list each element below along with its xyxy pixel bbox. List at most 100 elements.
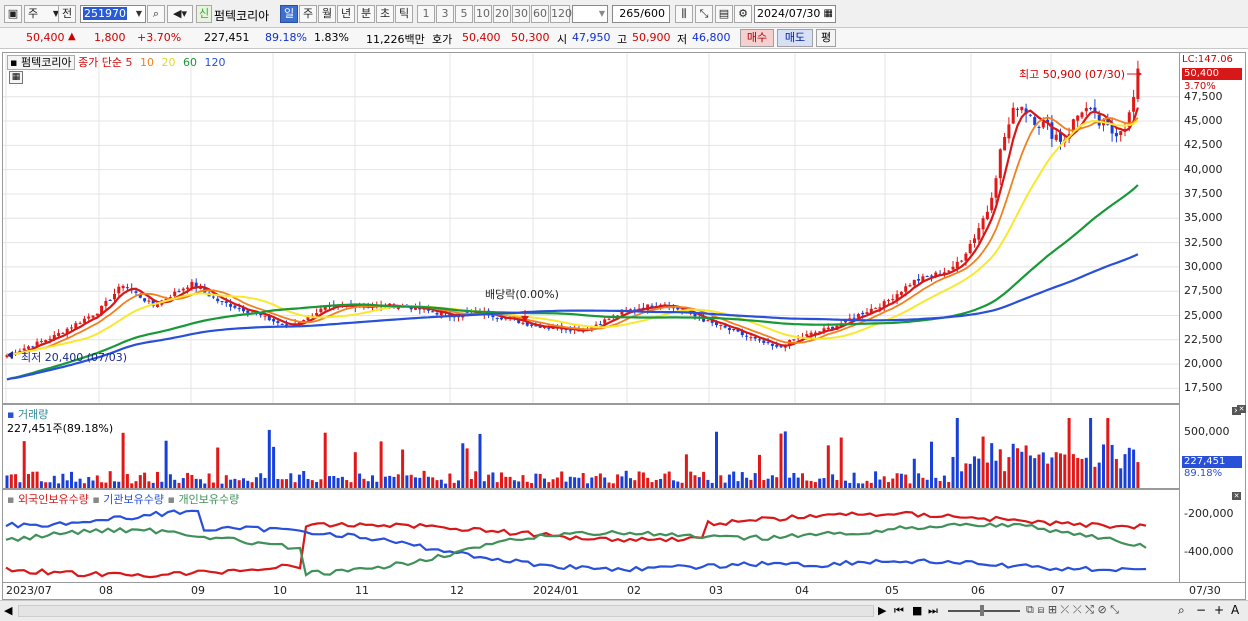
- volume-bar: [211, 482, 215, 488]
- interval-60-button[interactable]: 60: [531, 5, 549, 23]
- candle-body: [530, 324, 534, 326]
- ma60-legend: 60: [183, 56, 198, 69]
- volume-bar: [719, 475, 723, 488]
- volume-bar: [91, 480, 95, 488]
- volume-bar: [887, 482, 890, 488]
- text-size-icon[interactable]: A: [1231, 603, 1239, 617]
- candle-body: [431, 311, 435, 313]
- period-second-button[interactable]: 초: [376, 5, 394, 23]
- search-icon[interactable]: ⌕: [147, 5, 165, 23]
- candle-body: [568, 330, 572, 332]
- stop-icon[interactable]: ■: [912, 604, 922, 617]
- custom-interval-select[interactable]: ▼: [572, 5, 608, 23]
- price-chart[interactable]: ▪ 펌텍코리아 종가 단순 5 10 20 60 120 ▦ 최고 50,900…: [2, 52, 1180, 404]
- volume-bar: [306, 478, 310, 488]
- volume-bar: [766, 478, 770, 488]
- candle-body: [598, 324, 602, 326]
- close-icon[interactable]: ✕: [1237, 405, 1246, 413]
- volume-bar: [469, 479, 473, 488]
- horizontal-scrollbar[interactable]: [18, 605, 874, 617]
- interval-1-button[interactable]: 1: [417, 5, 435, 23]
- period-month-button[interactable]: 월: [318, 5, 336, 23]
- candle-body: [177, 291, 181, 293]
- candle-body: [229, 304, 233, 307]
- calculator-icon[interactable]: ▦: [9, 71, 23, 84]
- candle-body: [323, 306, 327, 310]
- volume-bar: [353, 452, 357, 488]
- price-axis-tick: 42,500: [1184, 138, 1223, 152]
- market-select[interactable]: 주 ▼: [24, 5, 62, 23]
- zoom-icon[interactable]: ⌕: [1178, 603, 1185, 618]
- interval-120-button[interactable]: 120: [550, 5, 572, 23]
- zoom-slider-handle[interactable]: [980, 605, 984, 616]
- volume-bar: [366, 481, 370, 488]
- interval-10-button[interactable]: 10: [474, 5, 492, 23]
- last-page-icon[interactable]: ⏭: [928, 604, 938, 618]
- scroll-left-icon[interactable]: ◀: [4, 604, 12, 617]
- volume-bar: [852, 472, 856, 488]
- volume-bar: [779, 433, 783, 488]
- stock-code-input[interactable]: 251970 ▼: [80, 5, 146, 23]
- ma120-line: [6, 253, 1139, 381]
- volume-bar: [921, 477, 925, 488]
- ask-price: 50,400: [462, 31, 501, 44]
- candle-body: [985, 211, 989, 220]
- price-axis-tick: 47,500: [1184, 89, 1223, 103]
- period-year-button[interactable]: 년: [337, 5, 355, 23]
- candle-body: [964, 253, 968, 261]
- volume-bar: [35, 471, 39, 488]
- save-icon[interactable]: ▤: [715, 5, 733, 23]
- interval-5-button[interactable]: 5: [455, 5, 473, 23]
- volume-chart[interactable]: ▪ 거래량 227,451주(89.18%): [2, 404, 1180, 489]
- period-day-button[interactable]: 일: [280, 5, 298, 23]
- buy-button[interactable]: 매수: [740, 29, 774, 47]
- zoom-in-icon[interactable]: +: [1214, 603, 1224, 617]
- speaker-icon[interactable]: ◀▾: [167, 5, 193, 23]
- first-page-icon[interactable]: ⏮: [894, 604, 904, 618]
- candle-body: [173, 291, 177, 297]
- price-change-pct: +3.70%: [137, 31, 182, 44]
- view-button[interactable]: 전: [58, 5, 76, 23]
- volume-bar: [1003, 471, 1007, 488]
- candle-type-icon[interactable]: ⫼: [675, 5, 693, 23]
- candle-body: [1097, 114, 1101, 126]
- volume-bar: [61, 473, 65, 488]
- interval-20-button[interactable]: 20: [493, 5, 511, 23]
- interval-3-button[interactable]: 3: [436, 5, 454, 23]
- price-axis-tick: 22,500: [1184, 332, 1223, 346]
- draw-tools-icon[interactable]: ⧉ ⧈ ⊞ ⤫ ⤫ ⤭ ⊘ ⤡: [1026, 603, 1119, 617]
- close-icon[interactable]: ✕: [1232, 492, 1241, 500]
- ownership-chart[interactable]: ▪ 외국인보유수량 ▪ 기관보유수량 ▪ 개인보유수량: [2, 489, 1180, 583]
- period-tick-button[interactable]: 틱: [395, 5, 413, 23]
- volume-bar: [44, 482, 48, 488]
- window-menu-icon[interactable]: ▣: [4, 5, 22, 23]
- price-axis[interactable]: LC:147.06 50,400 3.70% 47,500 45,000 42,50…: [1180, 52, 1246, 583]
- new-listing-badge: 신: [196, 5, 212, 23]
- sell-button[interactable]: 매도: [777, 29, 813, 47]
- volume-bar: [121, 432, 125, 488]
- volume-bar: [985, 462, 989, 488]
- candle-body: [1033, 117, 1037, 126]
- volume-bar: [869, 482, 873, 488]
- volume-bar: [1063, 454, 1067, 488]
- overlay-icon[interactable]: ⤡: [695, 5, 713, 23]
- chart-toolbar: ▣ 주 ▼ 전 251970 ▼ ⌕ ◀▾ 신 펌텍코리아 일 주 월 년 분 …: [0, 0, 1248, 28]
- period-week-button[interactable]: 주: [299, 5, 317, 23]
- interval-30-button[interactable]: 30: [512, 5, 530, 23]
- period-minute-button[interactable]: 분: [357, 5, 375, 23]
- volume-bar: [813, 482, 817, 488]
- volume-bar: [654, 479, 658, 488]
- volume-bar: [482, 481, 486, 488]
- gear-icon[interactable]: ⚙: [734, 5, 752, 23]
- date-input[interactable]: 2024/07/30 ▦: [754, 5, 836, 23]
- zoom-out-icon[interactable]: −: [1196, 603, 1206, 617]
- volume-bar: [375, 481, 379, 488]
- volume-bar: [637, 471, 641, 488]
- zoom-slider[interactable]: [948, 610, 1020, 612]
- candle-body: [246, 310, 250, 313]
- candle-body: [134, 291, 138, 293]
- count-input[interactable]: 265/600: [612, 5, 670, 23]
- evaluate-button[interactable]: 평: [816, 29, 836, 47]
- volume-bar: [667, 471, 671, 488]
- scroll-right-icon[interactable]: ▶: [878, 604, 886, 617]
